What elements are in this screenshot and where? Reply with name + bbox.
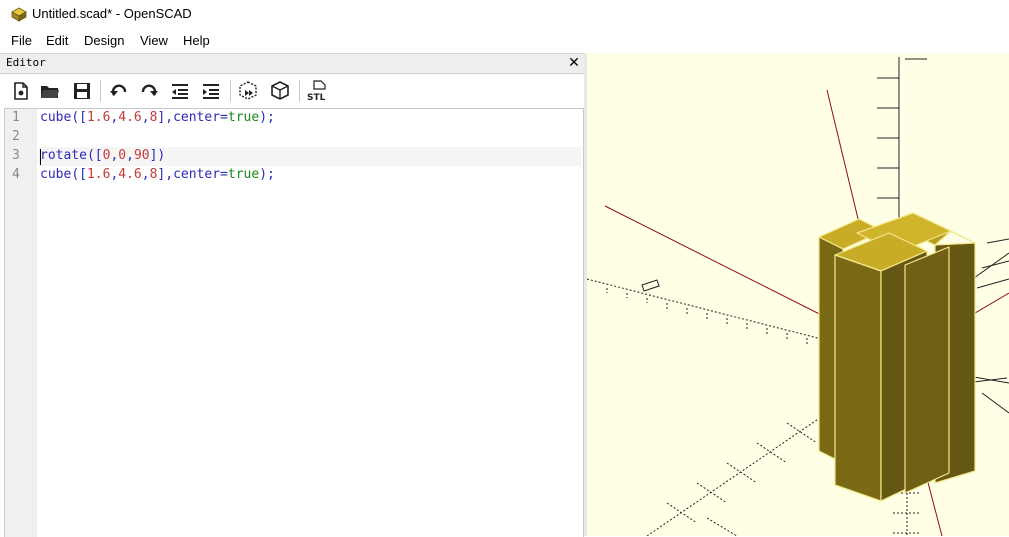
code-token: cube	[40, 167, 72, 182]
undo-icon[interactable]	[108, 80, 130, 102]
close-icon[interactable]: ✕	[567, 54, 581, 71]
code-token: 0	[118, 148, 127, 163]
preview-icon[interactable]	[237, 80, 259, 102]
code-token: ([	[71, 110, 87, 125]
line-number-gutter: 1 2 3 4	[5, 109, 37, 537]
code-token: rotate	[40, 148, 87, 163]
code-token: 1.6	[86, 110, 111, 125]
menu-design[interactable]: Design	[84, 33, 124, 48]
code-token: 1.6	[86, 167, 111, 182]
openscad-app-icon	[11, 7, 27, 22]
menu-view[interactable]: View	[140, 33, 168, 48]
toolbar-separator	[299, 80, 300, 102]
code-token: );	[259, 110, 275, 125]
code-token: );	[259, 167, 275, 182]
3d-model	[818, 212, 976, 502]
render-icon[interactable]	[269, 80, 291, 102]
code-token: ],center=	[157, 110, 228, 125]
line-number: 3	[12, 148, 20, 163]
toolbar-separator	[100, 80, 101, 102]
new-file-icon[interactable]	[10, 80, 32, 102]
editor-panel-title: Editor	[6, 56, 46, 69]
redo-icon[interactable]	[138, 80, 160, 102]
line-number: 1	[12, 110, 20, 125]
toolbar-separator	[230, 80, 231, 102]
title-bar: Untitled.scad* - OpenSCAD	[0, 0, 1009, 28]
code-token: cube	[40, 110, 72, 125]
code-line[interactable]: cube([1.6,4.6,8],center=true);	[40, 110, 275, 125]
code-line[interactable]: rotate([0,0,90])	[40, 148, 165, 163]
export-stl-label: STL	[307, 93, 326, 102]
save-file-icon[interactable]	[71, 80, 93, 102]
editor-toolbar: STL	[0, 74, 584, 108]
indent-icon[interactable]	[200, 80, 222, 102]
code-token: ([	[71, 167, 87, 182]
code-line[interactable]: cube([1.6,4.6,8],center=true);	[40, 167, 275, 182]
code-token: true	[227, 167, 260, 182]
code-token: ],center=	[157, 167, 228, 182]
3d-viewport[interactable]	[587, 53, 1009, 536]
menu-file[interactable]: File	[11, 33, 32, 48]
code-token: ,	[141, 167, 150, 182]
code-token: ,	[126, 148, 134, 163]
code-token: ,	[141, 110, 150, 125]
line-number: 4	[12, 167, 20, 182]
menu-edit[interactable]: Edit	[46, 33, 68, 48]
code-editor[interactable]: 1 2 3 4 cube([1.6,4.6,8],center=true); r…	[4, 108, 584, 537]
viewport-canvas[interactable]	[587, 53, 1009, 536]
line-number: 2	[12, 129, 20, 144]
export-stl-icon[interactable]: STL	[306, 80, 328, 102]
code-token: ])	[149, 148, 166, 163]
code-token: ([	[86, 148, 103, 163]
menu-bar: File Edit Design View Help	[0, 30, 1009, 52]
code-token: true	[227, 110, 260, 125]
code-token: 90	[133, 148, 150, 163]
code-token: 4.6	[118, 167, 142, 182]
open-file-icon[interactable]	[39, 80, 61, 102]
editor-panel-header: Editor ✕	[0, 53, 584, 74]
code-token: 4.6	[118, 110, 142, 125]
window-title: Untitled.scad* - OpenSCAD	[32, 6, 192, 21]
unindent-icon[interactable]	[169, 80, 191, 102]
menu-help[interactable]: Help	[183, 33, 210, 48]
text-caret	[40, 149, 41, 165]
